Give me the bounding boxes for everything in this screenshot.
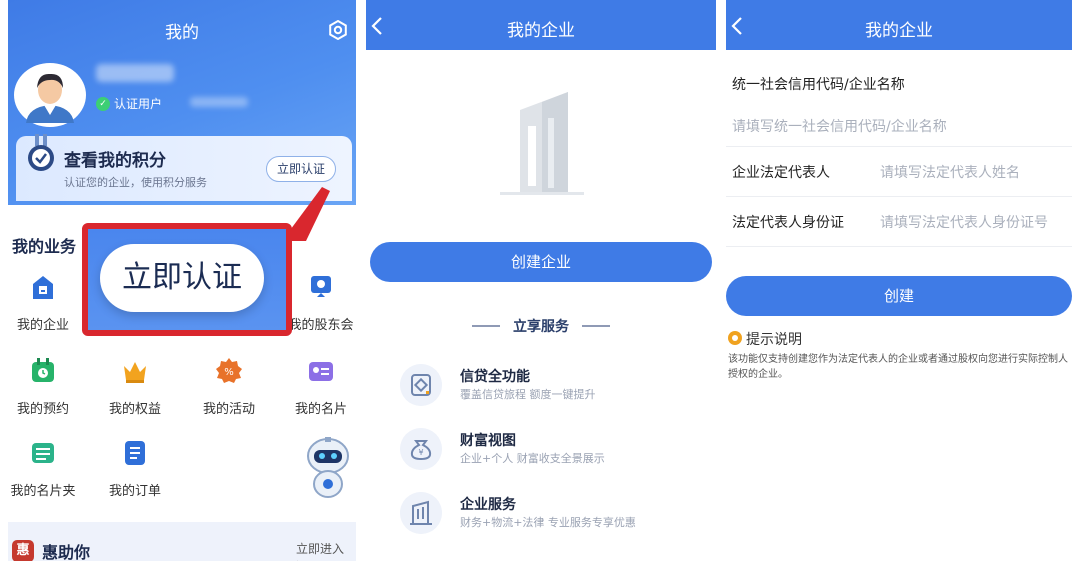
gear-icon[interactable]	[328, 20, 348, 40]
tip-body: 该功能仅支持创建您作为法定代表人的企业或者通过股权向您进行实际控制人授权的企业。	[728, 354, 1068, 380]
service-title: 信贷全功能	[460, 369, 530, 385]
screenshot-collage: 我的 ✓ 认证用户 查看我的积分 认证您的企业，使用积分服务 立即认证 我的业务…	[0, 0, 1080, 561]
service-title: 财富视图	[460, 433, 516, 449]
section-title: 我的业务	[12, 237, 77, 256]
page-title: 我的企业	[507, 21, 575, 41]
points-subtitle: 认证您的企业，使用积分服务	[64, 176, 207, 189]
hui-icon: 惠	[12, 540, 34, 561]
grid-label: 我的订单	[108, 484, 161, 499]
verify-now-callout[interactable]: 立即认证	[100, 244, 264, 312]
grid-item-my-orders[interactable]: 我的订单	[92, 438, 178, 499]
legal-rep-id-input[interactable]: 请填写法定代表人身份证号	[880, 212, 1048, 232]
service-wealth[interactable]: ¥ 财富视图 企业+个人 财富收支全景展示	[400, 428, 700, 478]
credit-card-icon	[400, 364, 442, 406]
promo-title: 惠助你	[42, 543, 91, 561]
points-title: 查看我的积分	[64, 151, 166, 171]
calendar-icon	[32, 358, 54, 382]
shareholders-icon	[311, 276, 331, 297]
verified-label: 认证用户	[114, 97, 163, 111]
create-company-form-screen: 我的企业 统一社会信用代码/企业名称 请填写统一社会信用代码/企业名称 企业法定…	[726, 0, 1072, 561]
credit-code-label: 统一社会信用代码/企业名称	[732, 77, 905, 93]
service-credit[interactable]: 信贷全功能 覆盖信贷旅程 额度一键提升	[400, 364, 700, 414]
empty-building-icon	[500, 92, 584, 195]
avatar[interactable]	[12, 63, 88, 127]
grid-label: 我的权益	[108, 402, 161, 417]
profile-screen: 我的 ✓ 认证用户 查看我的积分 认证您的企业，使用积分服务 立即认证 我的业务…	[8, 0, 356, 561]
verify-now-button[interactable]: 立即认证	[266, 156, 336, 182]
grid-label: 我的预约	[16, 402, 69, 417]
grid-item-card-holder[interactable]: 我的名片夹	[8, 438, 86, 499]
company-icon	[33, 276, 53, 299]
svg-text:%: %	[224, 367, 234, 378]
verified-badge: ✓ 认证用户	[96, 95, 162, 112]
create-company-button[interactable]: 创建企业	[370, 242, 712, 282]
grid-label: 我的名片	[294, 402, 347, 417]
services-heading: 立享服务	[513, 319, 569, 335]
activity-badge-icon: %	[216, 358, 242, 383]
legal-rep-input[interactable]: 请填写法定代表人姓名	[880, 162, 1020, 182]
grid-item-my-appointments[interactable]: 我的预约	[8, 356, 86, 417]
divider	[726, 246, 1072, 247]
service-desc: 财务+物流+法律 专业服务专享优惠	[460, 516, 636, 529]
enter-now-link[interactable]: 立即进入 >	[296, 540, 356, 561]
grid-item-my-company[interactable]: 我的企业	[8, 272, 86, 333]
grid-label: 我的企业	[16, 318, 69, 333]
service-title: 企业服务	[460, 497, 516, 513]
order-list-icon	[125, 441, 145, 465]
create-button[interactable]: 创建	[726, 276, 1072, 316]
grid-item-my-card[interactable]: 我的名片	[278, 356, 356, 417]
grid-label: 我的名片夹	[10, 484, 76, 499]
grid-label: 我的活动	[202, 402, 255, 417]
page-title: 我的	[165, 23, 199, 43]
legal-rep-label: 企业法定代表人	[732, 165, 830, 181]
check-icon: ✓	[96, 96, 110, 111]
svg-text:¥: ¥	[418, 448, 423, 457]
divider	[726, 196, 1072, 197]
divider	[726, 146, 1072, 147]
service-enterprise[interactable]: 企业服务 财务+物流+法律 专业服务专享优惠	[400, 492, 700, 542]
tip-title: 提示说明	[746, 332, 802, 348]
my-company-empty-screen: 我的企业 创建企业 立享服务 信贷全功能 覆盖信贷旅程 额度一键提升 ¥ 财富视…	[366, 0, 716, 561]
service-desc: 企业+个人 财富收支全景展示	[460, 452, 605, 465]
medal-icon	[28, 134, 54, 171]
grid-item-my-benefits[interactable]: 我的权益	[92, 356, 178, 417]
legal-rep-id-label: 法定代表人身份证	[732, 215, 844, 231]
user-info-redacted	[190, 97, 248, 107]
robot-assistant-icon[interactable]	[304, 436, 352, 502]
service-desc: 覆盖信贷旅程 额度一键提升	[460, 388, 596, 401]
divider	[582, 325, 610, 327]
username-redacted	[96, 64, 174, 82]
grid-item-my-activities[interactable]: % 我的活动	[186, 356, 272, 417]
office-building-icon	[400, 492, 442, 534]
page-title: 我的企业	[865, 21, 933, 41]
money-bag-icon: ¥	[400, 428, 442, 470]
info-icon	[728, 331, 742, 345]
card-holder-icon	[32, 443, 54, 463]
credit-code-input[interactable]: 请填写统一社会信用代码/企业名称	[732, 116, 947, 136]
business-card-icon	[309, 362, 333, 381]
crown-icon	[124, 362, 146, 383]
